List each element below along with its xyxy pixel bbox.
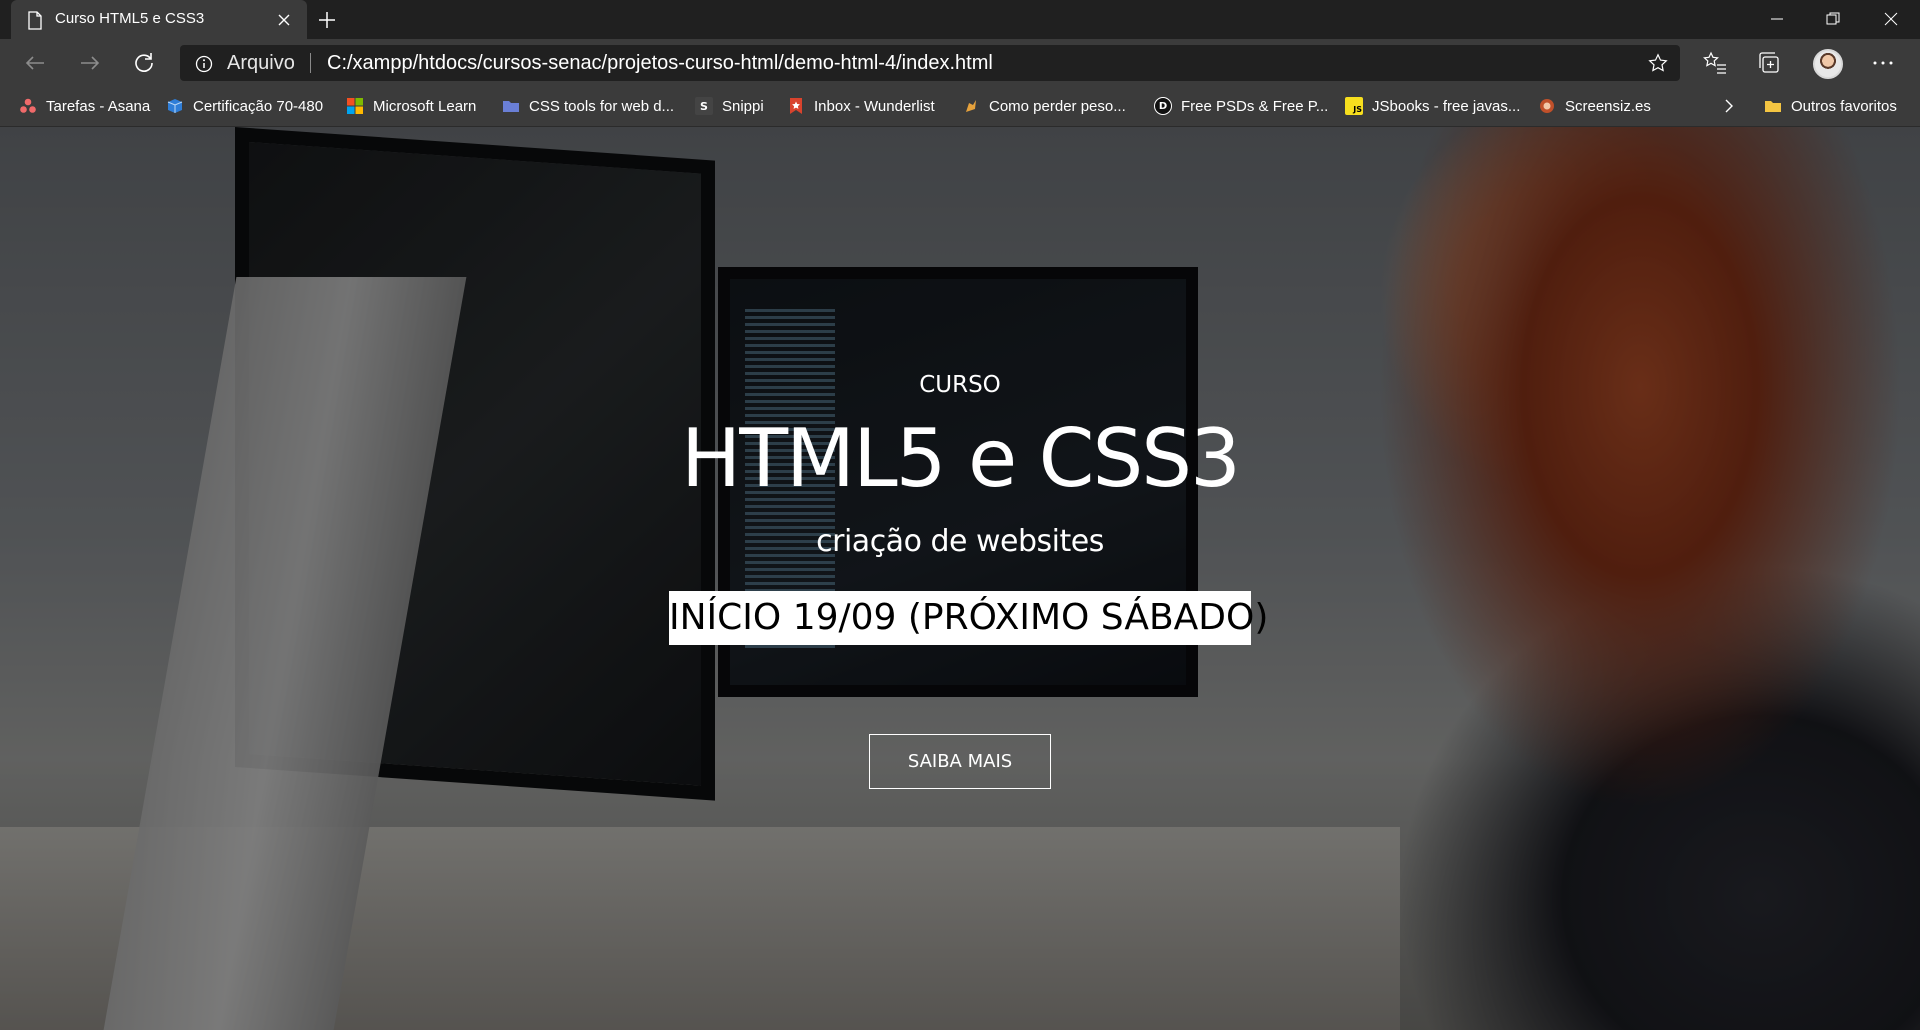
bookmark-free-psds[interactable]: D Free PSDs & Free P... bbox=[1154, 95, 1328, 117]
bookmark-label: Inbox - Wunderlist bbox=[814, 97, 935, 115]
bookmark-other-favorites[interactable]: Outros favoritos bbox=[1764, 95, 1897, 117]
favorites-icon[interactable] bbox=[1702, 50, 1728, 76]
microsoft-icon bbox=[347, 98, 363, 114]
bookmark-asana[interactable]: Tarefas - Asana bbox=[19, 95, 150, 117]
folder-icon bbox=[1765, 101, 1781, 112]
page-icon bbox=[28, 11, 42, 30]
restore-button[interactable] bbox=[1806, 0, 1862, 39]
close-tab-icon[interactable] bbox=[276, 12, 292, 28]
hero-eyebrow: CURSO bbox=[919, 372, 1001, 398]
more-icon[interactable] bbox=[1870, 50, 1896, 76]
bookmark-microsoft-learn[interactable]: Microsoft Learn bbox=[346, 95, 476, 117]
hero-subtitle: criação de websites bbox=[816, 524, 1104, 559]
bookmark-label: Como perder peso... bbox=[989, 97, 1126, 115]
browser-toolbar: Arquivo C:/xampp/htdocs/cursos-senac/pro… bbox=[0, 39, 1920, 86]
collections-icon[interactable] bbox=[1757, 50, 1783, 76]
asana-icon bbox=[20, 98, 36, 113]
star-icon[interactable] bbox=[1648, 53, 1668, 73]
browser-tab[interactable]: Curso HTML5 e CSS3 bbox=[11, 0, 307, 40]
bookmarks-bar: Tarefas - Asana Certificação 70-480 Micr… bbox=[0, 86, 1920, 127]
address-bar[interactable]: Arquivo C:/xampp/htdocs/cursos-senac/pro… bbox=[180, 45, 1680, 81]
bookmark-snippi[interactable]: S Snippi bbox=[695, 95, 764, 117]
bookmark-screensizes[interactable]: Screensiz.es bbox=[1538, 95, 1651, 117]
bookmark-wunderlist[interactable]: Inbox - Wunderlist bbox=[787, 95, 935, 117]
address-separator bbox=[310, 53, 311, 73]
minimize-button[interactable] bbox=[1750, 0, 1806, 39]
tab-title: Curso HTML5 e CSS3 bbox=[55, 10, 205, 27]
bookmark-certificacao[interactable]: Certificação 70-480 bbox=[166, 95, 323, 117]
new-tab-icon[interactable] bbox=[316, 9, 338, 31]
dribbble-icon: D bbox=[1154, 97, 1172, 115]
weight-icon bbox=[966, 100, 976, 112]
address-scheme: Arquivo bbox=[227, 52, 295, 74]
bookmark-label: Screensiz.es bbox=[1565, 97, 1651, 115]
tab-strip: Curso HTML5 e CSS3 bbox=[0, 0, 1920, 40]
saiba-mais-button[interactable]: SAIBA MAIS bbox=[869, 734, 1051, 789]
wunderlist-icon bbox=[790, 98, 802, 114]
bookmark-label: Tarefas - Asana bbox=[46, 97, 151, 115]
snippi-icon: S bbox=[695, 97, 713, 115]
close-window-button[interactable] bbox=[1864, 0, 1920, 39]
bookmark-label: Outros favoritos bbox=[1791, 97, 1897, 115]
bookmark-css-tools[interactable]: CSS tools for web d... bbox=[502, 95, 674, 117]
info-icon[interactable] bbox=[195, 55, 213, 73]
bookmark-label: JSbooks - free javas... bbox=[1372, 97, 1521, 115]
folder-blue-icon bbox=[503, 101, 519, 112]
hero-title: HTML5 e CSS3 bbox=[681, 412, 1241, 505]
close-icon bbox=[1884, 12, 1898, 26]
profile-avatar[interactable] bbox=[1813, 49, 1843, 79]
hero-section: CURSO HTML5 e CSS3 criação de websites I… bbox=[0, 127, 1920, 1030]
bookmark-label: Snippi bbox=[722, 97, 764, 115]
back-icon[interactable] bbox=[21, 49, 49, 77]
refresh-icon[interactable] bbox=[130, 49, 158, 77]
bookmark-perder-peso[interactable]: Como perder peso... bbox=[962, 95, 1126, 117]
minimize-icon bbox=[1771, 18, 1783, 20]
hero-content: CURSO HTML5 e CSS3 criação de websites I… bbox=[0, 127, 1920, 1030]
address-url[interactable]: C:/xampp/htdocs/cursos-senac/projetos-cu… bbox=[327, 52, 993, 75]
certification-icon bbox=[167, 99, 183, 113]
screensizes-icon bbox=[1540, 99, 1554, 113]
js-icon: JS bbox=[1345, 97, 1363, 115]
bookmark-jsbooks[interactable]: JS JSbooks - free javas... bbox=[1345, 95, 1520, 117]
restore-icon bbox=[1826, 12, 1840, 25]
bookmark-label: Certificação 70-480 bbox=[193, 97, 324, 115]
bookmark-label: Microsoft Learn bbox=[373, 97, 477, 115]
bookmark-label: Free PSDs & Free P... bbox=[1181, 97, 1329, 115]
start-date-badge: INÍCIO 19/09 (PRÓXIMO SÁBADO) bbox=[669, 591, 1268, 645]
chevron-right-icon[interactable] bbox=[1720, 97, 1738, 115]
bookmark-label: CSS tools for web d... bbox=[529, 97, 675, 115]
forward-icon[interactable] bbox=[76, 49, 104, 77]
